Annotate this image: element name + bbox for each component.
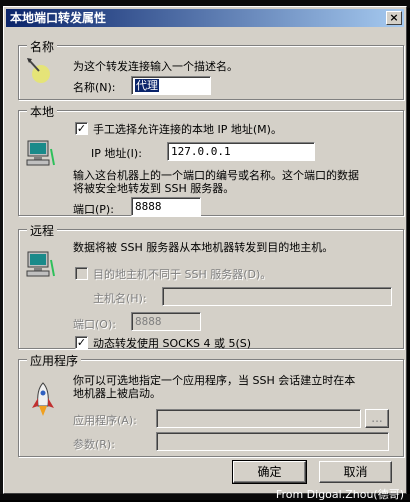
name-tag-icon bbox=[27, 58, 50, 83]
remote-computer-icon bbox=[26, 251, 55, 277]
name-description: 为这个转发连接输入一个描述名。 bbox=[73, 60, 238, 73]
title-bar[interactable]: 本地端口转发属性 × bbox=[6, 9, 404, 27]
manual-ip-label: 手工选择允许连接的本地 IP 地址(M)。 bbox=[93, 123, 282, 136]
remote-port-label: 端口(O): bbox=[73, 318, 116, 331]
ip-label: IP 地址(I): bbox=[91, 147, 142, 160]
application-group: 应用程序 你可以可选地指定一个应用程序，当 SSH 会话建立时在本 地机器上被启… bbox=[18, 352, 404, 457]
dynamic-forward-checkbox[interactable]: ✓ bbox=[75, 336, 88, 349]
host-label: 主机名(H): bbox=[93, 292, 147, 305]
local-port-label: 端口(P): bbox=[73, 203, 114, 216]
local-group: 本地 ✓ 手工选择允许连接的本地 IP 地址(M)。 IP 地址(I): 127… bbox=[18, 103, 404, 216]
local-description-line2: 将被安全地转发到 SSH 服务器。 bbox=[73, 182, 235, 195]
browse-button[interactable]: ... bbox=[365, 409, 389, 428]
remote-description: 数据将被 SSH 服务器从本地机器转发到目的地主机。 bbox=[73, 241, 334, 254]
remote-group: 远程 数据将被 SSH 服务器从本地机器转发到目的地主机。 目的地主机不同于 S… bbox=[18, 222, 404, 350]
app-description-line2: 地机器上被启动。 bbox=[73, 387, 161, 400]
args-input[interactable] bbox=[156, 432, 389, 451]
rocket-icon bbox=[32, 382, 54, 416]
close-button[interactable]: × bbox=[386, 11, 402, 25]
name-input[interactable]: 代理 bbox=[131, 76, 211, 95]
local-port-input[interactable]: 8888 bbox=[131, 197, 201, 216]
name-label: 名称(N): bbox=[73, 81, 116, 94]
name-input-value: 代理 bbox=[135, 79, 159, 92]
dest-differs-label: 目的地主机不同于 SSH 服务器(D)。 bbox=[93, 268, 272, 281]
args-label: 参数(R): bbox=[73, 438, 115, 451]
app-label: 应用程序(A): bbox=[73, 414, 137, 427]
name-group-legend: 名称 bbox=[27, 38, 58, 55]
ok-button[interactable]: 确定 bbox=[232, 460, 307, 484]
remote-group-legend: 远程 bbox=[27, 222, 58, 239]
remote-port-input[interactable]: 8888 bbox=[131, 312, 201, 331]
ip-input[interactable]: 127.0.0.1 bbox=[167, 142, 315, 161]
name-group: 名称 为这个转发连接输入一个描述名。 名称(N): 代理 bbox=[18, 38, 404, 100]
port-forward-dialog: 本地端口转发属性 × 名称 为这个转发连接输入一个描述名。 名称(N): 代理 … bbox=[3, 6, 407, 494]
dynamic-forward-label: 动态转发使用 SOCKS 4 或 5(S) bbox=[93, 337, 252, 350]
window-title: 本地端口转发属性 bbox=[10, 11, 107, 25]
cancel-button[interactable]: 取消 bbox=[319, 461, 392, 483]
dest-differs-checkbox[interactable] bbox=[75, 267, 88, 280]
local-group-legend: 本地 bbox=[27, 103, 58, 120]
host-input[interactable] bbox=[162, 287, 392, 306]
application-group-legend: 应用程序 bbox=[27, 352, 82, 369]
manual-ip-checkbox[interactable]: ✓ bbox=[75, 122, 88, 135]
app-input[interactable] bbox=[156, 409, 361, 428]
computer-icon bbox=[26, 140, 55, 166]
